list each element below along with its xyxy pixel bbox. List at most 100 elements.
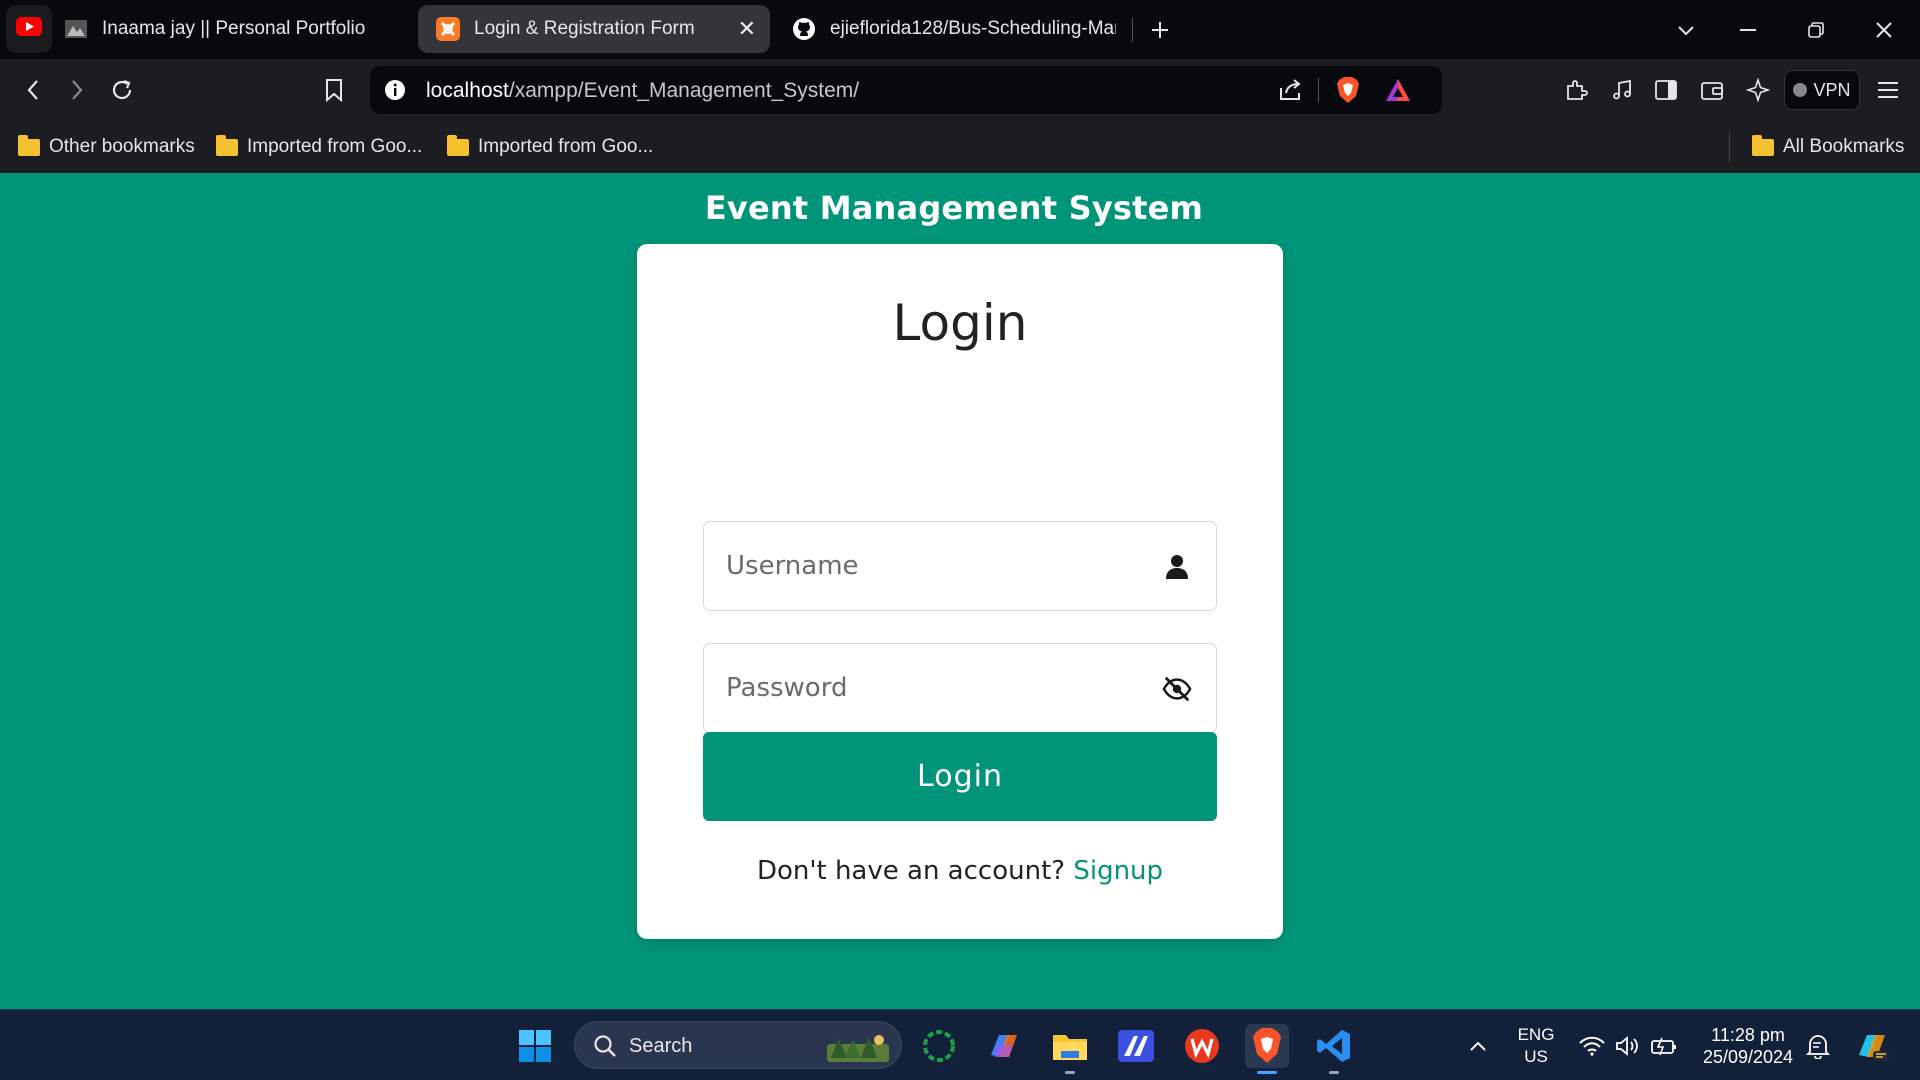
new-tab-icon[interactable] <box>1142 12 1178 48</box>
clock-time: 11:28 pm <box>1711 1025 1785 1045</box>
brave-rewards-icon[interactable] <box>1384 77 1412 108</box>
bookmark-folder[interactable]: Imported from Goo... <box>447 133 653 161</box>
bookmark-folder[interactable]: Imported from Goo... <box>216 133 422 161</box>
folder-icon <box>447 134 469 156</box>
bookmarks-divider <box>1729 131 1730 163</box>
eye-slash-icon[interactable] <box>1162 674 1192 704</box>
url-path: /xampp/Event_Management_System/ <box>508 79 860 102</box>
signup-prompt: Don't have an account? <box>756 856 1066 886</box>
taskbar-app-copilot[interactable] <box>982 1024 1026 1068</box>
username-field[interactable] <box>703 521 1217 611</box>
page-title: Event Management System <box>704 189 1204 227</box>
search-icon <box>593 1034 617 1063</box>
restore-icon[interactable] <box>1798 12 1834 48</box>
language-indicator[interactable]: ENG US <box>1508 1024 1564 1068</box>
circle-app-icon <box>923 1030 955 1062</box>
browser-toolbar: localhost/xampp/Event_Management_System/… <box>0 59 1920 121</box>
bookmark-label: Imported from Goo... <box>247 136 423 157</box>
tab-divider <box>1132 18 1133 42</box>
share-icon[interactable] <box>1278 78 1304 107</box>
tray-overflow-icon[interactable] <box>1456 1024 1500 1068</box>
extensions-icon[interactable] <box>1558 72 1594 108</box>
taskbar-app-wps[interactable] <box>1180 1024 1224 1068</box>
windows-icon <box>519 1030 551 1062</box>
vpn-button[interactable]: VPN <box>1784 70 1860 110</box>
language-code: ENG <box>1517 1025 1555 1044</box>
login-button[interactable]: Login <box>703 732 1217 821</box>
folder-icon <box>18 134 40 156</box>
forward-icon[interactable] <box>59 72 95 108</box>
vpn-label: VPN <box>1813 79 1851 100</box>
sidebar-icon[interactable] <box>1648 72 1684 108</box>
page-content: Event Management System Login Login Don'… <box>0 173 1920 1009</box>
region-code: US <box>1524 1047 1548 1066</box>
reload-icon[interactable] <box>104 72 140 108</box>
clock-date: 25/09/2024 <box>1702 1047 1794 1067</box>
taskbar-app-brave[interactable] <box>1245 1024 1289 1074</box>
url-divider <box>1318 78 1319 102</box>
search-label: Search <box>629 1035 693 1057</box>
login-heading: Login <box>892 294 1028 352</box>
password-field[interactable] <box>703 643 1217 733</box>
brave-icon <box>1253 1028 1281 1063</box>
tab-search-chevron-icon[interactable] <box>1668 12 1704 48</box>
site-info-icon[interactable] <box>384 79 406 106</box>
user-icon <box>1162 552 1192 582</box>
notifications-icon[interactable] <box>1796 1024 1840 1068</box>
all-bookmarks-folder[interactable]: All Bookmarks <box>1752 133 1904 161</box>
tab-label: ejieflorida128/Bus-Scheduling-Man <box>830 18 1116 39</box>
bookmarks-bar: Other bookmarks Imported from Goo... Imp… <box>0 121 1920 173</box>
file-explorer-icon <box>1053 1035 1087 1060</box>
vpn-status-icon <box>1793 83 1808 97</box>
running-indicator <box>1329 1071 1339 1074</box>
battery-icon[interactable] <box>1642 1024 1686 1068</box>
url-text[interactable]: localhost/xampp/Event_Management_System/ <box>426 79 859 103</box>
username-input[interactable] <box>726 522 1146 610</box>
ai-app-icon <box>1118 1030 1154 1062</box>
taskbar: Search ENG US 11:28 pm 25/09/2024 <box>0 1009 1920 1080</box>
close-window-icon[interactable] <box>1866 12 1902 48</box>
wallet-icon[interactable] <box>1694 72 1730 108</box>
bookmark-label: Imported from Goo... <box>478 136 654 157</box>
portfolio-favicon <box>64 17 88 41</box>
login-card: Login Login Don't have an account? Signu… <box>637 244 1283 939</box>
youtube-icon <box>16 17 42 41</box>
start-button[interactable] <box>513 1024 557 1068</box>
pinned-tab-youtube[interactable] <box>6 5 52 53</box>
minimize-icon[interactable] <box>1730 12 1766 48</box>
bookmark-icon[interactable] <box>316 72 352 108</box>
password-input[interactable] <box>726 644 1146 732</box>
menu-icon[interactable] <box>1870 72 1906 108</box>
bookmark-label: Other bookmarks <box>49 136 195 157</box>
taskbar-app-explorer[interactable] <box>1048 1024 1092 1074</box>
signup-link[interactable]: Signup <box>1073 856 1163 886</box>
taskbar-app-vs[interactable] <box>1114 1024 1158 1068</box>
signup-row: Don't have an account? Signup <box>637 856 1283 886</box>
taskbar-app-loader[interactable] <box>917 1024 961 1068</box>
copilot-preview-icon[interactable] <box>1850 1024 1894 1068</box>
tab-label: Inaama jay || Personal Portfolio <box>102 18 366 39</box>
copilot-icon <box>991 1035 1017 1057</box>
bookmark-folder[interactable]: Other bookmarks <box>18 133 195 161</box>
close-tab-icon[interactable]: ✕ <box>738 17 756 41</box>
media-icon[interactable] <box>1604 72 1640 108</box>
tab-bar: Inaama jay || Personal Portfolio Login &… <box>0 0 1920 59</box>
taskbar-app-vscode[interactable] <box>1312 1024 1356 1074</box>
url-host: localhost <box>426 79 509 102</box>
taskbar-search[interactable]: Search <box>574 1021 902 1069</box>
leo-ai-icon[interactable] <box>1740 72 1776 108</box>
tab-label: Login & Registration Form <box>474 18 695 39</box>
tab-portfolio[interactable]: Inaama jay || Personal Portfolio <box>64 5 404 53</box>
brave-shields-icon[interactable] <box>1335 76 1361 109</box>
vscode-icon <box>1317 1030 1350 1062</box>
search-highlight-icon <box>827 1030 889 1067</box>
clock[interactable]: 11:28 pm 25/09/2024 <box>1694 1024 1802 1068</box>
xampp-favicon <box>436 17 460 41</box>
folder-icon <box>216 134 238 156</box>
running-indicator <box>1065 1071 1075 1074</box>
folder-icon <box>1752 134 1774 156</box>
tab-github[interactable]: ejieflorida128/Bus-Scheduling-Man <box>792 5 1116 53</box>
tab-login-form[interactable]: Login & Registration Form ✕ <box>418 5 770 53</box>
address-bar[interactable]: localhost/xampp/Event_Management_System/ <box>370 66 1442 114</box>
back-icon[interactable] <box>15 72 51 108</box>
